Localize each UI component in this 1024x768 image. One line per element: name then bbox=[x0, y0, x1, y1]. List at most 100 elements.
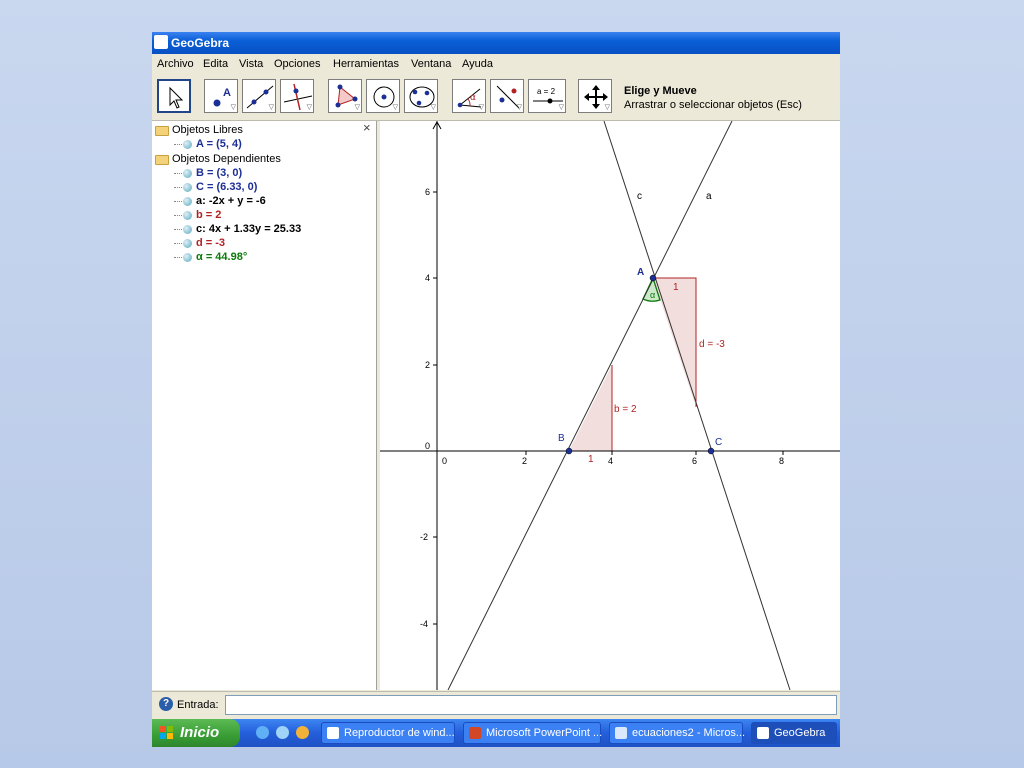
slider-tool-label: a = 2 bbox=[537, 87, 556, 96]
y-tick-label: -2 bbox=[420, 532, 428, 542]
point-tool-label: A bbox=[223, 87, 231, 99]
internet-explorer-icon[interactable] bbox=[256, 726, 269, 739]
task-button-word[interactable]: ecuaciones2 - Micros... bbox=[609, 722, 746, 744]
menu-vista[interactable]: Vista bbox=[239, 58, 263, 70]
tool-line-button[interactable]: ▽ bbox=[242, 79, 276, 113]
object-definition: A = (5, 4) bbox=[196, 138, 242, 150]
y-tick-label: -4 bbox=[420, 619, 428, 629]
graphics-view[interactable]: 0 2 4 6 8 6 4 2 0 -2 -4 a c 1 b = 2 1 d … bbox=[380, 121, 840, 690]
media-player-icon[interactable] bbox=[296, 726, 309, 739]
window-title: GeoGebra bbox=[171, 36, 230, 50]
algebra-item-C[interactable]: C = (6.33, 0) bbox=[174, 181, 354, 195]
media-icon[interactable] bbox=[276, 726, 289, 739]
visibility-toggle-icon[interactable] bbox=[183, 225, 192, 234]
tool-point-button[interactable]: A ▽ bbox=[204, 79, 238, 113]
visibility-toggle-icon[interactable] bbox=[183, 239, 192, 248]
menu-ventana[interactable]: Ventana bbox=[411, 58, 451, 70]
algebra-view: × Objetos Libres A = (5, 4) Objetos Depe… bbox=[152, 120, 377, 690]
visibility-toggle-icon[interactable] bbox=[183, 211, 192, 220]
tool-move-button[interactable] bbox=[157, 79, 191, 113]
cursor-arrow-icon bbox=[169, 86, 184, 109]
algebra-item-b[interactable]: b = 2 bbox=[174, 209, 354, 223]
start-label: Inicio bbox=[180, 724, 220, 741]
algebra-item-A[interactable]: A = (5, 4) bbox=[174, 138, 354, 152]
visibility-toggle-icon[interactable] bbox=[183, 169, 192, 178]
line-a[interactable] bbox=[447, 121, 733, 690]
geogebra-app-icon bbox=[757, 727, 769, 739]
point-A-label[interactable]: A bbox=[637, 267, 644, 278]
y-tick-label: 4 bbox=[425, 273, 430, 283]
tool-polygon-button[interactable]: ▽ bbox=[328, 79, 362, 113]
point-C-label[interactable]: C bbox=[715, 437, 722, 448]
y-tick-label: 6 bbox=[425, 187, 430, 197]
object-definition: C = (6.33, 0) bbox=[196, 181, 258, 193]
menu-ayuda[interactable]: Ayuda bbox=[462, 58, 493, 70]
windows-taskbar: Inicio Reproductor de wind... Microsoft … bbox=[152, 719, 840, 747]
y-axis-ticks bbox=[433, 191, 437, 625]
folder-icon bbox=[155, 155, 169, 165]
line-c-label[interactable]: c bbox=[637, 191, 642, 202]
y-tick-label: 0 bbox=[425, 441, 430, 451]
input-label: Entrada: bbox=[177, 699, 219, 711]
algebra-item-a[interactable]: a: -2x + y = -6 bbox=[174, 195, 354, 209]
menu-herramientas[interactable]: Herramientas bbox=[333, 58, 399, 70]
point-B-label[interactable]: B bbox=[558, 433, 565, 444]
algebra-item-d[interactable]: d = -3 bbox=[174, 237, 354, 251]
tool-angle-button[interactable]: α ▽ bbox=[452, 79, 486, 113]
tool-slider-button[interactable]: a = 2 ▽ bbox=[528, 79, 566, 113]
point-B[interactable] bbox=[565, 447, 573, 455]
y-tick-label: 2 bbox=[425, 360, 430, 370]
task-label: Reproductor de wind... bbox=[344, 727, 455, 739]
free-objects-header[interactable]: Objetos Libres bbox=[172, 124, 243, 136]
slope-b-rise-label[interactable]: b = 2 bbox=[614, 404, 637, 415]
slope-d-run-label[interactable]: 1 bbox=[673, 282, 679, 293]
tool-circle-button[interactable]: ▽ bbox=[366, 79, 400, 113]
media-player-icon bbox=[327, 727, 339, 739]
tool-conic-button[interactable]: ▽ bbox=[404, 79, 438, 113]
input-field[interactable] bbox=[225, 695, 837, 715]
x-tick-label: 4 bbox=[608, 456, 613, 466]
close-icon[interactable]: × bbox=[363, 120, 371, 135]
object-definition: a: -2x + y = -6 bbox=[196, 195, 266, 207]
task-button-powerpoint[interactable]: Microsoft PowerPoint ... bbox=[463, 722, 602, 744]
tool-name: Elige y Mueve bbox=[624, 85, 697, 97]
object-definition: d = -3 bbox=[196, 237, 226, 249]
task-label: ecuaciones2 - Micros... bbox=[632, 727, 746, 739]
task-button-geogebra[interactable]: GeoGebra bbox=[751, 722, 837, 744]
slope-triangle-b bbox=[569, 365, 612, 451]
algebra-item-alpha[interactable]: α = 44.98° bbox=[174, 251, 354, 265]
object-definition: b = 2 bbox=[196, 209, 222, 221]
point-A[interactable] bbox=[649, 274, 657, 282]
input-bar: ? Entrada: bbox=[152, 691, 840, 719]
line-a-label[interactable]: a bbox=[706, 191, 712, 202]
tool-translate-view-button[interactable]: ▽ bbox=[578, 79, 612, 113]
task-label: GeoGebra bbox=[774, 727, 826, 739]
title-bar[interactable]: GeoGebra bbox=[152, 32, 840, 54]
object-definition: B = (3, 0) bbox=[196, 167, 243, 179]
start-button[interactable]: Inicio bbox=[152, 719, 240, 747]
tool-reflect-button[interactable]: ▽ bbox=[490, 79, 524, 113]
angle-alpha-label[interactable]: α bbox=[650, 290, 655, 300]
algebra-item-B[interactable]: B = (3, 0) bbox=[174, 167, 354, 181]
slope-d-rise-label[interactable]: d = -3 bbox=[699, 339, 725, 350]
object-definition: c: 4x + 1.33y = 25.33 bbox=[196, 223, 302, 235]
visibility-toggle-icon[interactable] bbox=[183, 183, 192, 192]
visibility-toggle-icon[interactable] bbox=[183, 140, 192, 149]
menu-bar: Archivo Edita Vista Opciones Herramienta… bbox=[152, 54, 840, 74]
visibility-toggle-icon[interactable] bbox=[183, 197, 192, 206]
tool-perpendicular-button[interactable]: ▽ bbox=[280, 79, 314, 113]
task-button-media-player[interactable]: Reproductor de wind... bbox=[321, 722, 455, 744]
menu-edita[interactable]: Edita bbox=[203, 58, 228, 70]
x-tick-label: 0 bbox=[442, 456, 447, 466]
menu-opciones[interactable]: Opciones bbox=[274, 58, 320, 70]
tool-help: Arrastrar o seleccionar objetos (Esc) bbox=[624, 99, 802, 111]
x-tick-label: 6 bbox=[692, 456, 697, 466]
point-C[interactable] bbox=[707, 447, 715, 455]
slope-b-run-label[interactable]: 1 bbox=[588, 454, 594, 465]
menu-archivo[interactable]: Archivo bbox=[157, 58, 194, 70]
dependent-objects-header[interactable]: Objetos Dependientes bbox=[172, 153, 281, 165]
graphics-canvas[interactable]: 0 2 4 6 8 6 4 2 0 -2 -4 a c 1 b = 2 1 d … bbox=[380, 121, 840, 690]
visibility-toggle-icon[interactable] bbox=[183, 253, 192, 262]
help-icon[interactable]: ? bbox=[159, 697, 173, 711]
algebra-item-c[interactable]: c: 4x + 1.33y = 25.33 bbox=[174, 223, 354, 237]
